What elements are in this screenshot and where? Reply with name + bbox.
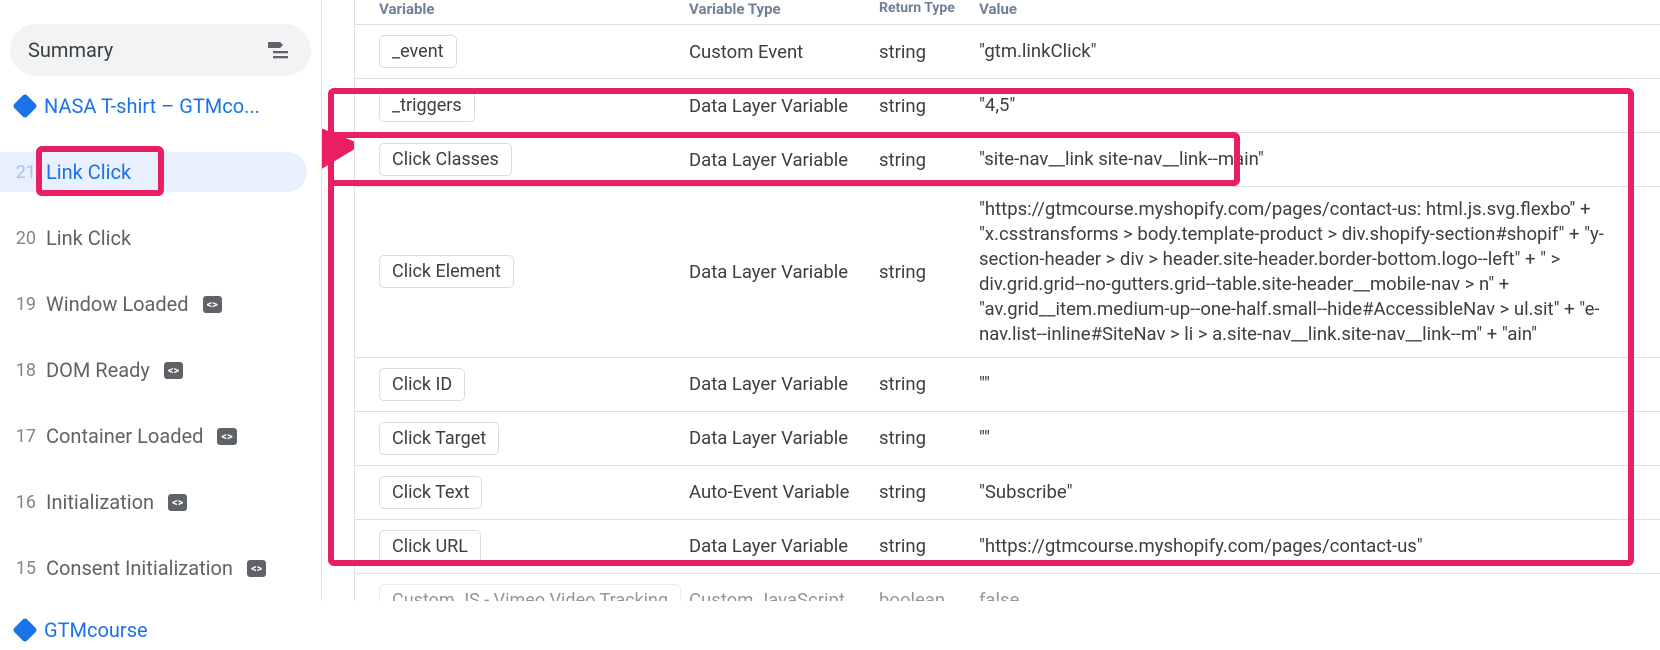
event-name: Link Click <box>46 160 131 184</box>
event-item-18[interactable]: 18 DOM Ready <> <box>0 350 307 390</box>
variable-chip[interactable]: _triggers <box>379 89 475 122</box>
cell-vartype: Data Layer Variable <box>683 535 873 557</box>
cell-vartype: Data Layer Variable <box>683 149 873 171</box>
variable-chip[interactable]: Click Element <box>379 255 514 288</box>
page-item-gtmcourse[interactable]: GTMcourse <box>0 610 307 650</box>
event-item-15[interactable]: 15 Consent Initialization <> <box>0 548 307 588</box>
clear-events-icon[interactable] <box>265 39 289 61</box>
event-num: 17 <box>14 426 36 447</box>
cell-vartype: Custom Event <box>683 41 873 63</box>
cell-value: "https://gtmcourse.myshopify.com/pages/c… <box>973 534 1660 559</box>
cell-value: "gtm.linkClick" <box>973 39 1660 64</box>
table-row[interactable]: Custom JS - Vimeo Video Tracking Custom … <box>355 574 1660 601</box>
variable-chip[interactable]: Custom JS - Vimeo Video Tracking <box>379 584 681 601</box>
event-num: 21 <box>14 162 36 183</box>
cell-value: "https://gtmcourse.myshopify.com/pages/c… <box>973 197 1660 347</box>
api-call-icon: <> <box>168 494 187 511</box>
page-item-nasa[interactable]: NASA T-shirt – GTMco... <box>0 86 307 126</box>
event-num: 18 <box>14 360 36 381</box>
event-num: 20 <box>14 228 36 249</box>
cell-value: false <box>973 588 1660 601</box>
table-row-click-classes[interactable]: Click Classes Data Layer Variable string… <box>355 133 1660 187</box>
table-row[interactable]: _triggers Data Layer Variable string "4,… <box>355 79 1660 133</box>
cell-vartype: Data Layer Variable <box>683 373 873 395</box>
event-name: Initialization <box>46 490 154 514</box>
api-call-icon: <> <box>164 362 183 379</box>
summary-header[interactable]: Summary <box>10 24 311 76</box>
table-header-row: Variable Variable Type Return Type Value <box>355 0 1660 25</box>
annotation-arrow <box>322 118 354 178</box>
app-root: Summary NASA T-shirt – GTMco... 21 Link … <box>0 0 1660 601</box>
event-name: Container Loaded <box>46 424 203 448</box>
table-row[interactable]: _event Custom Event string "gtm.linkClic… <box>355 25 1660 79</box>
event-num: 19 <box>14 294 36 315</box>
col-variable: Variable <box>373 0 683 18</box>
cell-value: "Subscribe" <box>973 480 1660 505</box>
cell-vartype: Custom JavaScript <box>683 589 873 601</box>
table-row[interactable]: Click Target Data Layer Variable string … <box>355 412 1660 466</box>
sidebar: Summary NASA T-shirt – GTMco... 21 Link … <box>0 0 322 601</box>
col-rettype: Return Type <box>873 1 973 16</box>
cell-value: "site-nav__link site-nav__link--main" <box>973 147 1660 172</box>
event-item-16[interactable]: 16 Initialization <> <box>0 482 307 522</box>
table-row[interactable]: Click URL Data Layer Variable string "ht… <box>355 520 1660 574</box>
variable-chip[interactable]: Click Target <box>379 422 499 455</box>
variable-chip[interactable]: Click URL <box>379 530 481 563</box>
event-name: Consent Initialization <box>46 556 233 580</box>
event-name: Window Loaded <box>46 292 189 316</box>
cell-rettype: string <box>873 535 973 557</box>
cell-rettype: string <box>873 149 973 171</box>
cell-value: "" <box>973 372 1660 397</box>
cell-rettype: string <box>873 41 973 63</box>
variable-chip[interactable]: Click Text <box>379 476 482 509</box>
cell-vartype: Data Layer Variable <box>683 261 873 283</box>
cell-rettype: string <box>873 481 973 503</box>
event-item-17[interactable]: 17 Container Loaded <> <box>0 416 307 456</box>
api-call-icon: <> <box>203 296 222 313</box>
event-item-20[interactable]: 20 Link Click <box>0 218 307 258</box>
api-call-icon: <> <box>247 560 266 577</box>
variable-chip[interactable]: Click ID <box>379 368 465 401</box>
table-row[interactable]: Click Element Data Layer Variable string… <box>355 187 1660 358</box>
variables-table: Variable Variable Type Return Type Value… <box>354 0 1660 601</box>
cell-rettype: string <box>873 261 973 283</box>
event-num: 16 <box>14 492 36 513</box>
cell-value: "4,5" <box>973 93 1660 118</box>
event-num: 15 <box>14 558 36 579</box>
cell-rettype: string <box>873 373 973 395</box>
page-label: NASA T-shirt – GTMco... <box>44 94 260 118</box>
cell-rettype: string <box>873 95 973 117</box>
col-value: Value <box>973 0 1660 18</box>
table-row[interactable]: Click ID Data Layer Variable string "" <box>355 358 1660 412</box>
col-vartype: Variable Type <box>683 0 873 18</box>
cell-value: "" <box>973 426 1660 451</box>
tag-icon <box>12 93 37 118</box>
cell-rettype: string <box>873 427 973 449</box>
cell-vartype: Data Layer Variable <box>683 427 873 449</box>
event-item-19[interactable]: 19 Window Loaded <> <box>0 284 307 324</box>
main-panel: Variable Variable Type Return Type Value… <box>322 0 1660 601</box>
cell-vartype: Auto-Event Variable <box>683 481 873 503</box>
tag-icon <box>12 617 37 642</box>
event-name: DOM Ready <box>46 358 150 382</box>
api-call-icon: <> <box>217 428 236 445</box>
summary-label: Summary <box>28 38 113 62</box>
event-name: Link Click <box>46 226 131 250</box>
variable-chip[interactable]: _event <box>379 35 457 68</box>
table-row[interactable]: Click Text Auto-Event Variable string "S… <box>355 466 1660 520</box>
cell-vartype: Data Layer Variable <box>683 95 873 117</box>
cell-rettype: boolean <box>873 589 973 601</box>
event-item-21[interactable]: 21 Link Click <box>0 152 307 192</box>
variable-chip[interactable]: Click Classes <box>379 143 512 176</box>
page-label: GTMcourse <box>44 618 148 642</box>
